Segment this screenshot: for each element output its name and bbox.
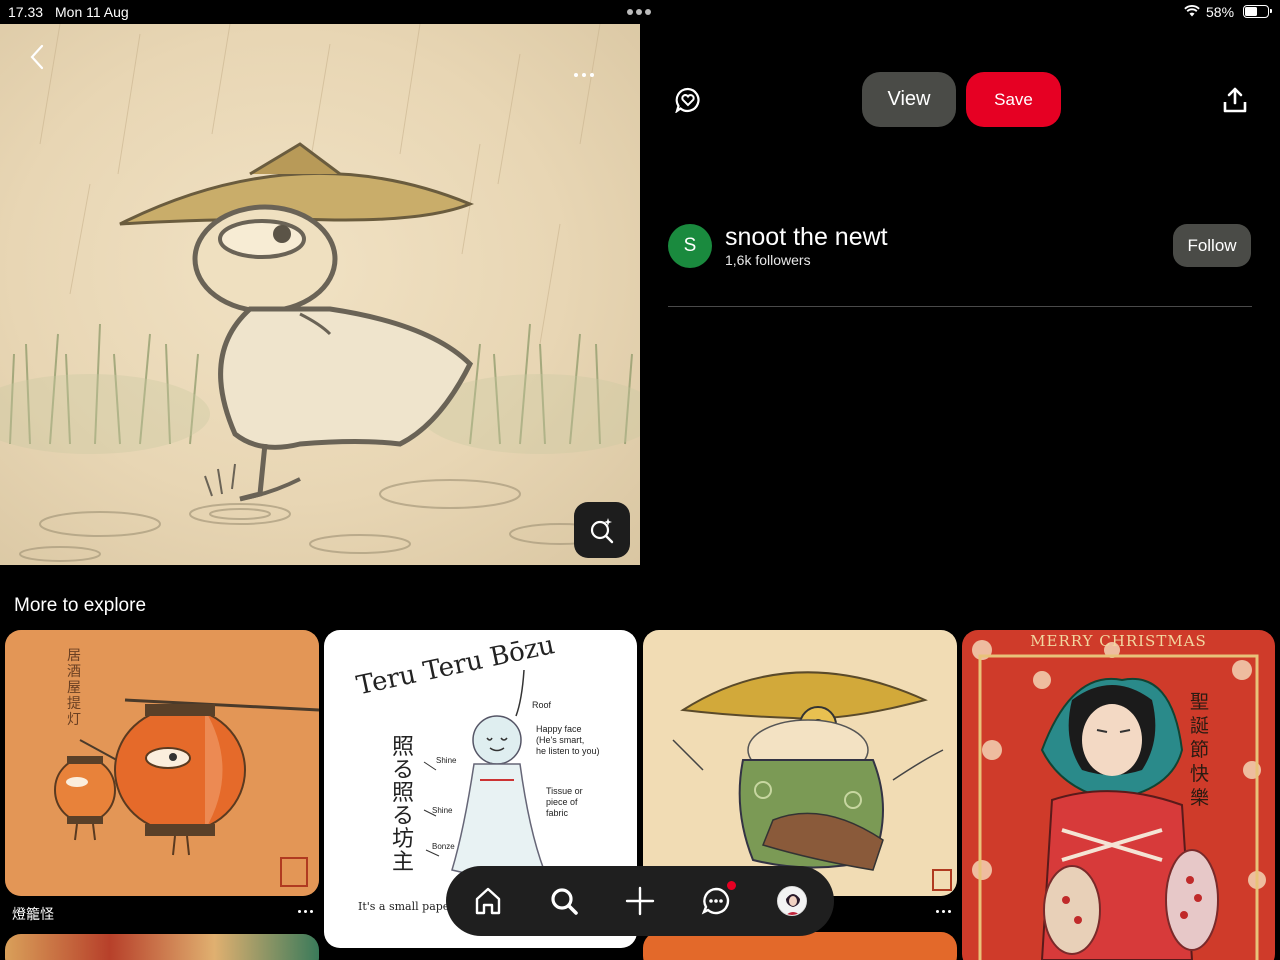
notification-dot	[727, 881, 736, 890]
nav-messages[interactable]	[696, 881, 736, 921]
svg-text:灯: 灯	[67, 712, 81, 728]
lantern-artwork: 居酒屋提灯	[5, 630, 319, 896]
pin-image[interactable]	[0, 24, 640, 565]
label-shine-1: Shine	[436, 756, 457, 765]
label-tissue-line1: Tissue or	[546, 786, 583, 796]
status-date: Mon 11 Aug	[55, 4, 129, 20]
lens-search-icon	[590, 518, 614, 544]
explore-card-partial[interactable]	[5, 934, 319, 960]
label-happy-face: Happy face (He's smart, he listen to you…	[536, 724, 600, 757]
profile-avatar	[777, 886, 807, 916]
creator-followers: 1,6k followers	[725, 252, 811, 268]
svg-text:酒: 酒	[67, 664, 81, 680]
battery-icon	[1243, 5, 1272, 18]
svg-text:居: 居	[67, 648, 81, 664]
home-icon	[475, 887, 501, 915]
label-happy-face-line1: Happy face	[536, 724, 582, 734]
wifi-icon	[1184, 5, 1200, 17]
chat-heart-icon	[675, 87, 700, 113]
explore-card-lantern[interactable]: 居酒屋提灯	[5, 630, 319, 896]
card-more-icon[interactable]	[298, 910, 313, 913]
svg-text:屋: 屋	[67, 680, 81, 696]
creator-avatar[interactable]: S	[668, 224, 712, 268]
pin-artwork-teru-teru-bozu	[0, 24, 640, 562]
label-kanji: 照る照る坊主	[392, 735, 415, 875]
visual-search-button[interactable]	[574, 502, 630, 558]
save-button[interactable]: Save	[966, 72, 1061, 127]
follow-button[interactable]: Follow	[1173, 224, 1251, 267]
nav-profile[interactable]	[772, 881, 812, 921]
more-to-explore-heading: More to explore	[14, 595, 147, 616]
search-icon	[551, 888, 578, 915]
explore-card-christmas[interactable]: MERRY CHRISTMAS 聖誕節快樂	[962, 630, 1275, 960]
more-options-icon[interactable]	[574, 68, 602, 82]
back-chevron-icon[interactable]	[26, 44, 50, 70]
label-tissue-line2: piece of	[546, 797, 578, 807]
label-roof: Roof	[532, 700, 552, 710]
chat-bubble-icon	[701, 887, 730, 915]
explore-card-caption: 燈籠怪	[12, 906, 54, 922]
divider	[668, 306, 1252, 307]
multitasking-dots-icon[interactable]	[627, 9, 651, 15]
status-time: 17.33	[8, 4, 44, 20]
share-upload-icon	[1223, 87, 1247, 113]
nav-search[interactable]	[544, 881, 584, 921]
svg-text:提: 提	[67, 696, 81, 712]
label-shine-2: Shine	[432, 806, 453, 815]
label-happy-face-line2: (He's smart,	[536, 735, 585, 745]
label-tissue-line3: fabric	[546, 808, 569, 818]
battery-percent: 58%	[1206, 4, 1235, 20]
christmas-kanji: 聖誕節快樂	[1190, 691, 1210, 809]
explore-card-cat[interactable]	[643, 630, 957, 896]
cat-artwork	[643, 630, 957, 896]
christmas-title: MERRY CHRISTMAS	[1030, 632, 1207, 650]
explore-card-partial[interactable]	[643, 932, 957, 960]
christmas-artwork	[962, 630, 1275, 960]
creator-name[interactable]: snoot the newt	[725, 223, 888, 252]
status-bar: 17.33 Mon 11 Aug 58%	[0, 0, 1280, 24]
nav-create[interactable]	[620, 881, 660, 921]
label-happy-face-line3: he listen to you)	[536, 746, 600, 756]
bottom-navigation	[446, 866, 834, 936]
label-bonze: Bonze	[432, 842, 455, 851]
label-tissue: Tissue or piece of fabric	[546, 786, 583, 819]
card-more-icon[interactable]	[936, 910, 951, 913]
share-button[interactable]	[1222, 86, 1248, 114]
nav-home[interactable]	[468, 881, 508, 921]
plus-icon	[625, 886, 655, 916]
comments-button[interactable]	[674, 86, 702, 114]
view-button[interactable]: View	[862, 72, 956, 127]
